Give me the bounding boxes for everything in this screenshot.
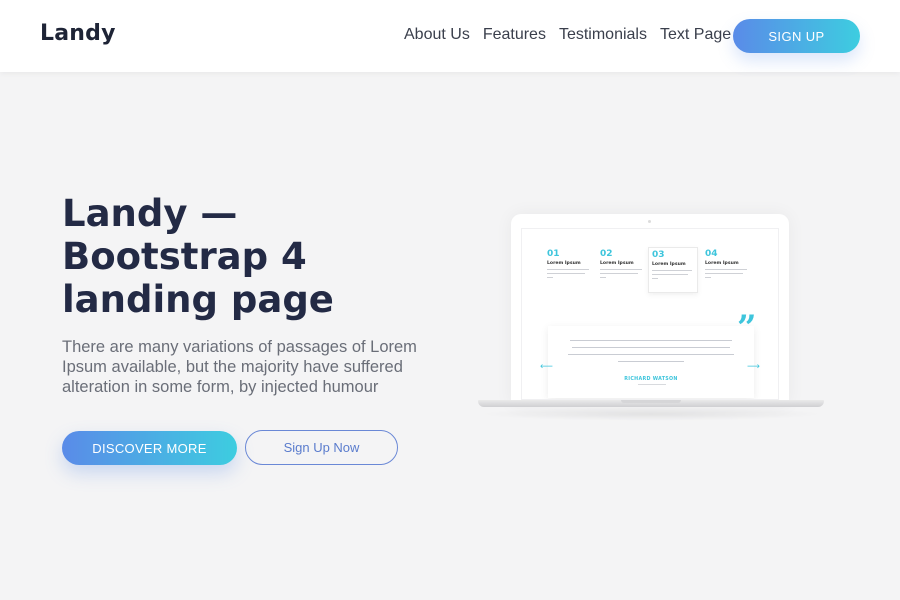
discover-more-button[interactable]: DISCOVER MORE xyxy=(62,431,237,465)
hero-description: There are many variations of passages of… xyxy=(62,338,417,396)
laptop-notch xyxy=(621,400,681,403)
mockup-text-line xyxy=(547,273,585,275)
mockup-testimonial-name: RICHARD WATSON xyxy=(624,377,678,382)
mockup-feature-number: 03 xyxy=(652,250,665,260)
hero-title: Landy — Bootstrap 4 landing page xyxy=(62,192,402,321)
laptop-camera xyxy=(648,220,651,223)
nav-link-text-page[interactable]: Text Page xyxy=(660,26,731,44)
mockup-testimonial-card: RICHARD WATSON xyxy=(548,326,754,398)
mockup-text-line xyxy=(600,273,638,275)
arrow-left-icon: ⟵ xyxy=(540,362,553,372)
nav-links: About Us Features Testimonials Text Page xyxy=(404,26,731,44)
mockup-text-line xyxy=(705,269,747,271)
mockup-feature-number: 04 xyxy=(705,249,718,259)
mockup-text-line xyxy=(652,274,688,276)
navbar: Landy About Us Features Testimonials Tex… xyxy=(0,0,900,72)
hero-title-line: Landy — xyxy=(62,192,238,235)
mockup-feature-title: Lorem Ipsum xyxy=(705,261,739,266)
laptop-shadow xyxy=(478,407,824,421)
arrow-right-icon: ⟶ xyxy=(747,362,760,372)
mockup-text-line xyxy=(705,273,743,275)
laptop-mockup-image: 01 Lorem Ipsum 02 Lorem Ipsum 03 Lorem I… xyxy=(478,208,824,421)
mockup-feature-number: 01 xyxy=(547,249,560,259)
mockup-text-line xyxy=(618,361,684,363)
nav-link-features[interactable]: Features xyxy=(483,26,546,44)
mockup-text-line xyxy=(547,277,553,279)
quote-icon: ” xyxy=(737,308,757,348)
brand-logo[interactable]: Landy xyxy=(40,21,116,46)
mockup-text-line xyxy=(600,269,642,271)
mockup-feature: 01 Lorem Ipsum xyxy=(544,247,594,293)
mockup-feature-title: Lorem Ipsum xyxy=(600,261,634,266)
mockup-feature-title: Lorem Ipsum xyxy=(652,262,686,267)
mockup-text-line xyxy=(705,277,711,279)
mockup-text-line xyxy=(652,270,692,272)
mockup-feature-number: 02 xyxy=(600,249,613,259)
mockup-text-line xyxy=(572,347,730,349)
signup-button[interactable]: SIGN UP xyxy=(733,19,860,53)
mockup-feature: 04 Lorem Ipsum xyxy=(702,247,752,293)
laptop-screen: 01 Lorem Ipsum 02 Lorem Ipsum 03 Lorem I… xyxy=(521,228,779,400)
mockup-text-line xyxy=(568,354,734,356)
mockup-text-line xyxy=(652,278,658,280)
mockup-feature: 02 Lorem Ipsum xyxy=(597,247,647,293)
nav-link-testimonials[interactable]: Testimonials xyxy=(559,26,647,44)
laptop-lid: 01 Lorem Ipsum 02 Lorem Ipsum 03 Lorem I… xyxy=(511,214,789,404)
nav-link-about-us[interactable]: About Us xyxy=(404,26,470,44)
mockup-text-line xyxy=(600,277,606,279)
hero-title-line: landing page xyxy=(62,278,334,321)
mockup-feature-title: Lorem Ipsum xyxy=(547,261,581,266)
sign-up-now-button[interactable]: Sign Up Now xyxy=(245,430,398,465)
mockup-text-line xyxy=(570,340,732,342)
mockup-feature-active: 03 Lorem Ipsum xyxy=(648,247,698,293)
hero-title-line: Bootstrap 4 xyxy=(62,235,307,278)
mockup-text-line xyxy=(638,384,666,386)
mockup-text-line xyxy=(547,269,589,271)
